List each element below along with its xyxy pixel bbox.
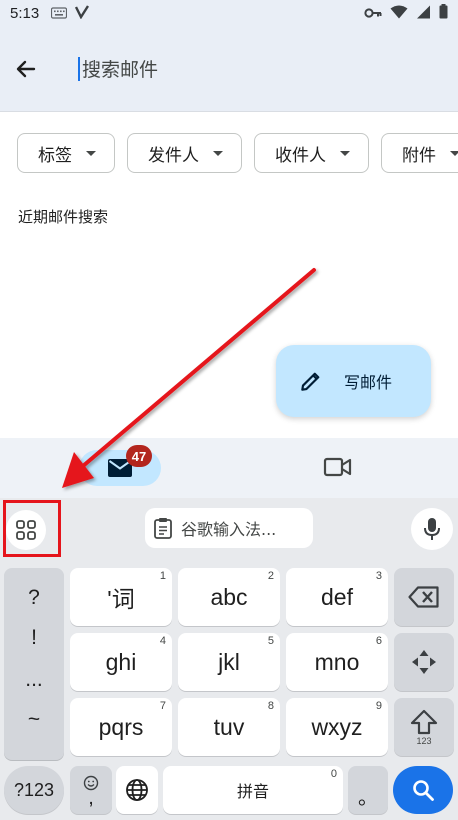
status-bar: 5:13 <box>0 0 458 26</box>
key-label: abc <box>210 583 248 610</box>
recent-searches-heading: 近期邮件搜索 <box>18 208 109 226</box>
search-header: 搜索邮件 <box>0 26 458 112</box>
ime-suggestion-text: 谷歌输入法... <box>181 520 277 539</box>
key-label: def <box>321 583 353 610</box>
period-key[interactable]: 。 <box>348 766 388 814</box>
wifi-icon <box>390 4 408 23</box>
punct-tilde[interactable]: ~ <box>4 708 64 732</box>
key-number: 9 <box>375 700 382 712</box>
symbols-label: ?123 <box>13 779 55 800</box>
cursor-move-key[interactable] <box>394 633 454 691</box>
key-5-jkl[interactable]: jkl 5 <box>178 633 280 691</box>
symbols-key[interactable]: ?123 <box>4 766 64 814</box>
bottom-navigation: 47 <box>0 438 458 498</box>
key-7-pqrs[interactable]: pqrs 7 <box>70 698 172 756</box>
key-number: 5 <box>267 635 274 647</box>
key-number: 4 <box>159 635 166 647</box>
key-4-ghi[interactable]: ghi 4 <box>70 633 172 691</box>
chip-to-text: 收件人 <box>275 145 326 166</box>
key-number: 3 <box>375 570 382 582</box>
key-6-mno[interactable]: mno 6 <box>286 633 388 691</box>
shift-key[interactable]: 123 <box>394 698 454 756</box>
nav-meet[interactable] <box>323 456 353 482</box>
key-label: '词 <box>107 586 135 612</box>
chip-label[interactable]: 标签 <box>17 133 115 173</box>
globe-icon <box>126 779 148 801</box>
search-input[interactable]: 搜索邮件 <box>78 49 458 89</box>
text-cursor <box>78 56 80 81</box>
space-key[interactable]: 拼音 0 <box>163 766 343 814</box>
battery-icon <box>439 3 448 23</box>
emoji-comma-key[interactable]: , <box>70 766 112 814</box>
chip-from-text: 发件人 <box>148 145 199 166</box>
compose-button[interactable]: 写邮件 <box>276 345 431 417</box>
search-action-key[interactable] <box>393 766 453 814</box>
keyboard: 谷歌输入法... ? ! ... ~ '词 1 abc 2 def 3 ghi … <box>0 498 458 820</box>
vpn-app-icon <box>75 4 90 23</box>
backspace-key[interactable] <box>394 568 454 626</box>
key-number: 8 <box>267 700 274 712</box>
video-camera-icon <box>323 457 352 477</box>
shift-sub-label: 123 <box>416 735 432 746</box>
dropdown-arrow-icon <box>86 150 96 156</box>
chip-from[interactable]: 发件人 <box>127 133 242 173</box>
keyboard-notification-icon <box>51 4 68 23</box>
arrow-back-icon <box>16 60 36 77</box>
key-2-abc[interactable]: abc 2 <box>178 568 280 626</box>
language-key[interactable] <box>116 766 158 814</box>
backspace-icon <box>408 586 439 608</box>
compose-label: 写邮件 <box>344 373 393 392</box>
punct-ellipsis[interactable]: ... <box>4 668 64 692</box>
chip-label-text: 标签 <box>38 145 72 166</box>
punctuation-column[interactable]: ? ! ... ~ <box>4 568 64 760</box>
key-number: 2 <box>267 570 274 582</box>
search-placeholder: 搜索邮件 <box>82 59 159 81</box>
keyboard-toolbar: 谷歌输入法... <box>0 498 458 562</box>
period-label: 。 <box>358 786 378 809</box>
key-label: tuv <box>213 713 245 740</box>
microphone-icon <box>424 518 440 540</box>
key-label: jkl <box>218 648 240 675</box>
dropdown-arrow-icon <box>340 150 350 156</box>
punct-exclamation[interactable]: ! <box>4 626 64 650</box>
key-9-wxyz[interactable]: wxyz 9 <box>286 698 388 756</box>
comma-label: , <box>88 787 94 809</box>
search-icon <box>413 780 434 801</box>
filter-chips: 标签 发件人 收件人 附件 <box>17 133 458 173</box>
key-label: mno <box>314 648 360 675</box>
back-button[interactable] <box>0 43 52 95</box>
dropdown-arrow-icon <box>450 150 458 156</box>
key-number: 6 <box>375 635 382 647</box>
key-3-def[interactable]: def 3 <box>286 568 388 626</box>
key-number: 0 <box>330 768 337 780</box>
key-1-word[interactable]: '词 1 <box>70 568 172 626</box>
annotation-highlight-box <box>3 500 61 557</box>
punct-question[interactable]: ? <box>4 586 64 610</box>
key-label: ghi <box>105 648 137 675</box>
space-label: 拼音 <box>236 784 269 801</box>
signal-icon <box>416 4 431 23</box>
key-number: 7 <box>159 700 166 712</box>
clipboard-icon <box>154 518 172 539</box>
pencil-icon <box>301 372 320 391</box>
chip-attachment[interactable]: 附件 <box>381 133 458 173</box>
clipboard-suggestion[interactable]: 谷歌输入法... <box>145 508 313 548</box>
unread-count-badge: 47 <box>126 445 152 467</box>
four-way-arrows-icon <box>412 650 436 674</box>
key-label: pqrs <box>98 713 144 740</box>
key-label: wxyz <box>311 713 363 740</box>
key-number: 1 <box>159 570 166 582</box>
key-icon <box>364 4 382 23</box>
chip-attachment-text: 附件 <box>402 145 436 166</box>
shift-arrow-icon <box>410 709 438 734</box>
status-time: 5:13 <box>10 4 40 22</box>
chip-to[interactable]: 收件人 <box>254 133 369 173</box>
key-8-tuv[interactable]: tuv 8 <box>178 698 280 756</box>
voice-input-button[interactable] <box>411 508 453 550</box>
dropdown-arrow-icon <box>213 150 223 156</box>
